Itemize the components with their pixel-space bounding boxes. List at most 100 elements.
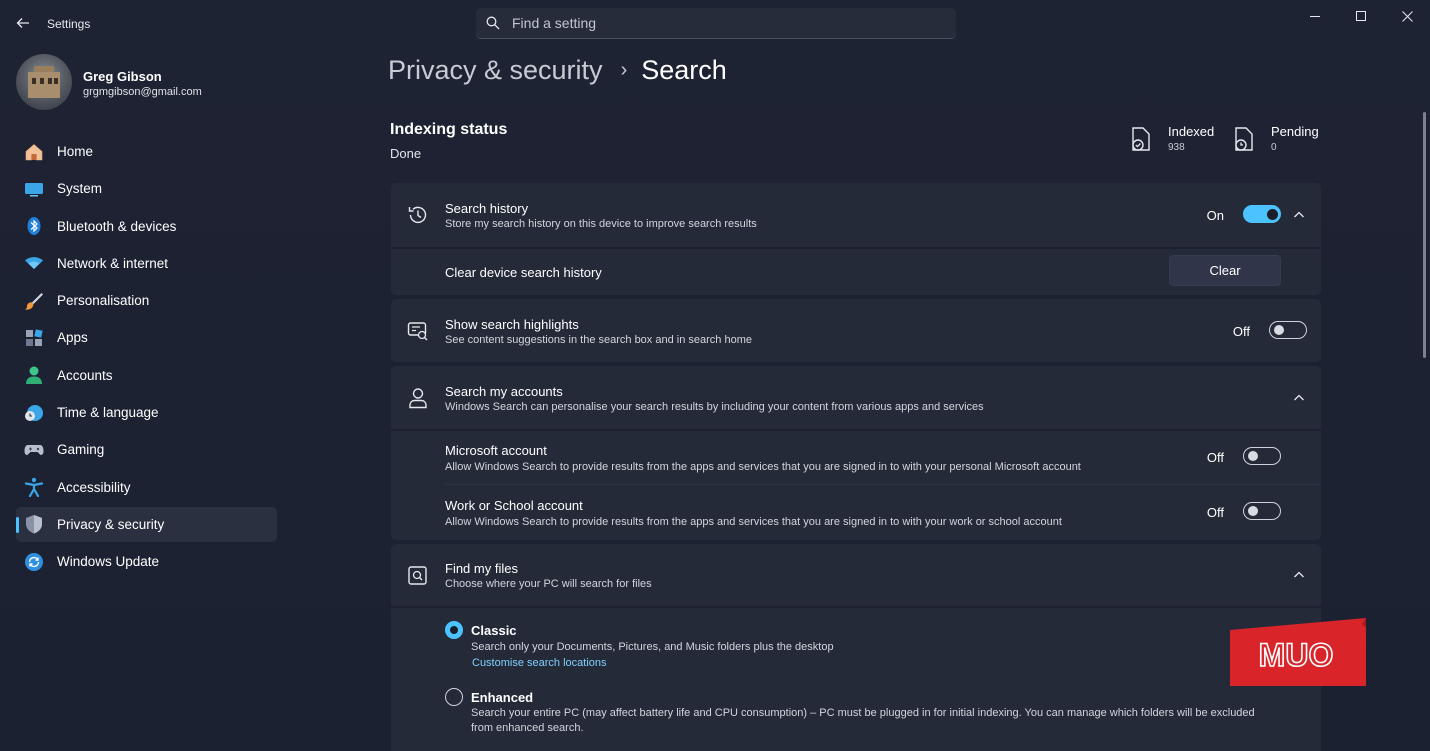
find-files-row[interactable]: Find my files Choose where your PC will … [391,544,1321,606]
customise-search-locations-link[interactable]: Customise search locations [472,657,607,669]
sidebar-item-label: Accessibility [57,479,131,495]
minimize-icon [1309,15,1320,17]
search-accounts-title: Search my accounts [445,384,563,399]
highlights-icon [407,320,429,342]
sidebar-item-label: Gaming [57,442,105,458]
find-files-card: Find my files Choose where your PC will … [391,544,1321,751]
home-icon [24,142,44,162]
chevron-up-icon[interactable] [1291,207,1307,223]
search-input[interactable] [512,15,912,31]
profile-email: grgmgibson@gmail.com [83,86,202,98]
sidebar-item-label: Apps [57,330,88,346]
microsoft-account-toggle[interactable] [1243,447,1281,465]
user-profile[interactable]: Greg Gibson grgmgibson@gmail.com [16,54,276,110]
search-history-state: On [1206,208,1224,223]
enhanced-desc: Search your entire PC (may affect batter… [471,707,1255,719]
minimize-button[interactable] [1292,0,1338,32]
pending-stat: Pending 0 [1233,124,1319,153]
sidebar-item-label: Bluetooth & devices [57,218,177,234]
pending-label: Pending [1271,124,1319,139]
search-highlights-card[interactable]: Show search highlights See content sugge… [391,299,1321,362]
gamepad-icon [24,440,44,460]
search-accounts-card: Search my accounts Windows Search can pe… [391,366,1321,540]
microsoft-account-desc: Allow Windows Search to provide results … [445,461,1081,473]
sidebar-item-gaming[interactable]: Gaming [16,432,277,467]
back-button[interactable] [12,12,34,34]
back-arrow-icon [16,18,29,28]
maximize-button[interactable] [1338,0,1384,32]
classic-radio[interactable] [445,621,463,639]
scrollbar-thumb[interactable] [1423,112,1426,358]
sidebar-item-label: Privacy & security [57,516,165,532]
search-history-toggle[interactable] [1243,205,1281,223]
search-highlights-state: Off [1232,324,1250,339]
sidebar-item-time-language[interactable]: Time & language [16,395,277,430]
sidebar-item-label: Home [57,144,94,159]
sidebar-item-network[interactable]: Network & internet [16,246,277,281]
muo-logo: MUO [1230,618,1366,686]
sidebar-nav: Home System Bluetooth & devices Network … [16,134,277,582]
search-highlights-desc: See content suggestions in the search bo… [445,334,752,346]
microsoft-account-state: Off [1206,450,1224,465]
sidebar-item-system[interactable]: System [16,171,277,206]
accounts-icon [24,365,44,385]
sidebar-item-label: Accounts [57,367,113,383]
chevron-up-icon[interactable] [1291,567,1307,583]
sidebar-item-bluetooth[interactable]: Bluetooth & devices [16,209,277,244]
history-icon [407,204,429,226]
system-icon [24,179,44,199]
sidebar-item-accessibility[interactable]: Accessibility [16,470,277,505]
pending-file-icon [1235,127,1253,151]
search-history-card: Search history Store my search history o… [391,183,1321,295]
classic-title: Classic [471,623,517,638]
enhanced-title: Enhanced [471,690,534,705]
search-history-row[interactable]: Search history Store my search history o… [391,183,1321,247]
svg-text:MUO: MUO [1259,637,1334,673]
indexed-label: Indexed [1168,124,1215,139]
work-account-toggle[interactable] [1243,502,1281,520]
work-account-desc: Allow Windows Search to provide results … [445,516,1062,528]
indexing-status-title: Indexing status [390,121,508,138]
find-files-icon [407,565,429,587]
accessibility-icon [24,477,44,498]
sidebar-item-home[interactable]: Home [16,134,277,169]
sidebar-item-personalisation[interactable]: Personalisation [16,283,277,318]
close-button[interactable] [1384,0,1430,32]
breadcrumb-parent[interactable]: Privacy & security [388,55,603,86]
close-icon [1401,10,1413,22]
sidebar-item-label: Time & language [57,405,159,421]
settings-search-box[interactable] [476,8,956,39]
clock-globe-icon [24,403,44,423]
microsoft-account-title: Microsoft account [445,443,547,458]
sidebar-item-label: Network & internet [57,255,169,271]
clear-history-label: Clear device search history [445,265,602,280]
profile-name: Greg Gibson [83,69,162,84]
person-icon [407,387,429,409]
enhanced-radio[interactable] [445,688,463,706]
search-highlights-title: Show search highlights [445,317,579,332]
find-files-desc: Choose where your PC will search for fil… [445,578,652,590]
apps-icon [24,328,44,348]
work-account-state: Off [1206,505,1224,520]
find-files-title: Find my files [445,561,518,576]
search-accounts-row[interactable]: Search my accounts Windows Search can pe… [391,366,1321,429]
clear-button[interactable]: Clear [1169,255,1281,286]
update-icon [24,552,44,572]
sidebar-item-privacy-security[interactable]: Privacy & security [16,506,277,542]
title-bar: Settings [0,0,1430,46]
shield-icon [24,514,44,534]
page-title: Search [641,55,727,85]
chevron-up-icon[interactable] [1291,390,1307,406]
sidebar-item-windows-update[interactable]: Windows Update [16,544,277,579]
sidebar-item-label: System [57,181,103,197]
sidebar-item-apps[interactable]: Apps [16,320,277,355]
sidebar-item-accounts[interactable]: Accounts [16,358,277,393]
breadcrumb: Privacy & security › Search [388,55,727,86]
window-controls [1292,0,1430,32]
avatar [16,54,72,110]
microsoft-account-row: Microsoft account Allow Windows Search t… [391,431,1321,484]
indexing-status-value: Done [390,146,422,161]
sidebar-item-label: Windows Update [57,554,160,570]
search-highlights-toggle[interactable] [1269,321,1307,339]
work-account-row: Work or School account Allow Windows Sea… [391,485,1321,540]
